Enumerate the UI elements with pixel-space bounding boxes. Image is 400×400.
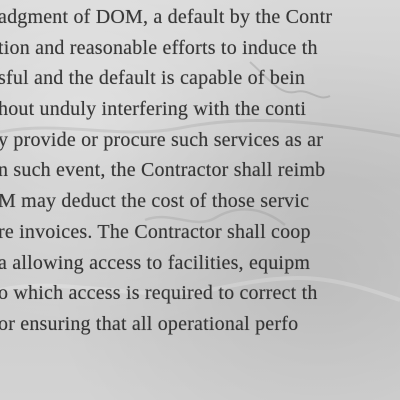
text-line: M may deduct the cost of those servic <box>0 190 310 213</box>
text-line: adgment of DOM, a default by the Contr <box>0 6 333 28</box>
text-line: n such event, the Contractor shall reimb <box>0 159 326 182</box>
text-line: sful and the default is capable of bein <box>0 67 306 90</box>
text-line <box>0 340 400 371</box>
document-text-block: adgment of DOM, a default by the Contr t… <box>0 2 400 370</box>
text-line: o which access is required to correct th <box>0 282 318 305</box>
text-line: or ensuring that all operational perfo <box>0 312 299 335</box>
document-page: adgment of DOM, a default by the Contr t… <box>0 0 400 400</box>
text-line: y provide or procure such services as ar <box>0 128 324 151</box>
text-line: re invoices. The Contractor shall coop <box>0 220 311 243</box>
text-line: tion and reasonable efforts to induce th <box>0 36 318 59</box>
text-line: a allowing access to facilities, equipm <box>0 251 311 274</box>
text-line: hout unduly interfering with the conti <box>0 98 307 121</box>
